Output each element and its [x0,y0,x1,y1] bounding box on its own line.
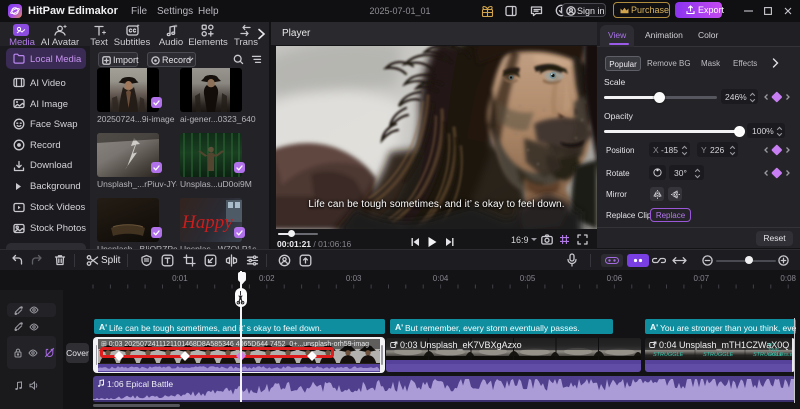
svg-text:0:07: 0:07 [694,274,710,283]
svg-text:Happy: Happy [181,212,233,233]
svg-text:0:04: 0:04 [433,274,449,283]
svg-text:STRUGGLE: STRUGGLE [768,352,793,357]
svg-text:STRUGGLE: STRUGGLE [653,352,684,358]
svg-text:0:08: 0:08 [780,274,796,283]
svg-text:0:01: 0:01 [172,274,188,283]
svg-text:0:06: 0:06 [607,274,623,283]
svg-text:STRUGGLE: STRUGGLE [703,352,734,358]
svg-text:0:05: 0:05 [520,274,536,283]
svg-text:0:02: 0:02 [259,274,275,283]
svg-text:0:03: 0:03 [346,274,362,283]
